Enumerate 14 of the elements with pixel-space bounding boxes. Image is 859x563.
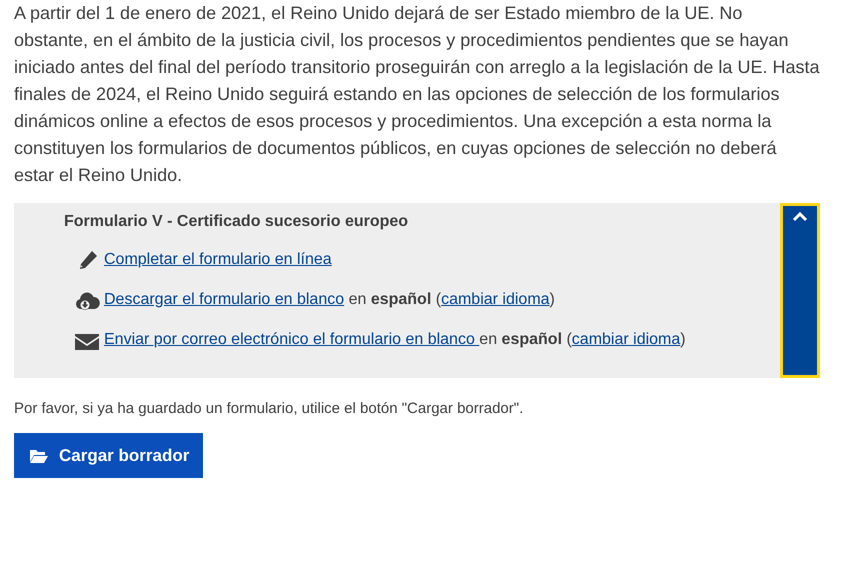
link[interactable]: Enviar por correo electrónico el formulario en blanco [104,331,480,348]
collapse-button[interactable] [780,203,820,378]
load-draft-button[interactable]: Cargar borrador [14,433,204,478]
folder-icon [29,448,49,464]
intro-paragraph: A partir del 1 de enero de 2021, el Reino Unido dejará de ser Estado miembro de la UE. No obstante, en el ámbito de la justicia civil, los procesos y procedimientos pendientes que se hayan iniciado antes del final del período transitorio proseguirán con arreglo a la legislación de la UE. Hasta finales de 2024, el Reino Unido seguirá estando en las opciones de selección de los formularios dinámicos online a efectos de esos procesos y procedimientos. Una excepción a esta norma la constituyen los formularios de documentos públicos, en cuyas opciones de selección no deberá estar el Reino Unido. [14,2,820,187]
link[interactable]: Descargar el formulario en blanco [104,291,344,308]
link[interactable]: cambiar idioma [572,331,680,348]
action-text: Descargar el formulario en blanco en español (cambiar idioma) [104,291,555,309]
caret-icon [793,212,807,222]
link[interactable]: cambiar idioma [441,291,550,308]
action-text: Enviar por correo electrónico el formulario en blanco en español (cambiar idioma) [104,331,686,349]
note-text: Por favor, si ya ha guardado un formulario, utilice el botón "Cargar borrador". [14,400,524,417]
form-title: Formulario V - Certificado sucesorio europeo [64,213,410,231]
link[interactable]: Completar el formulario en línea [104,251,332,268]
